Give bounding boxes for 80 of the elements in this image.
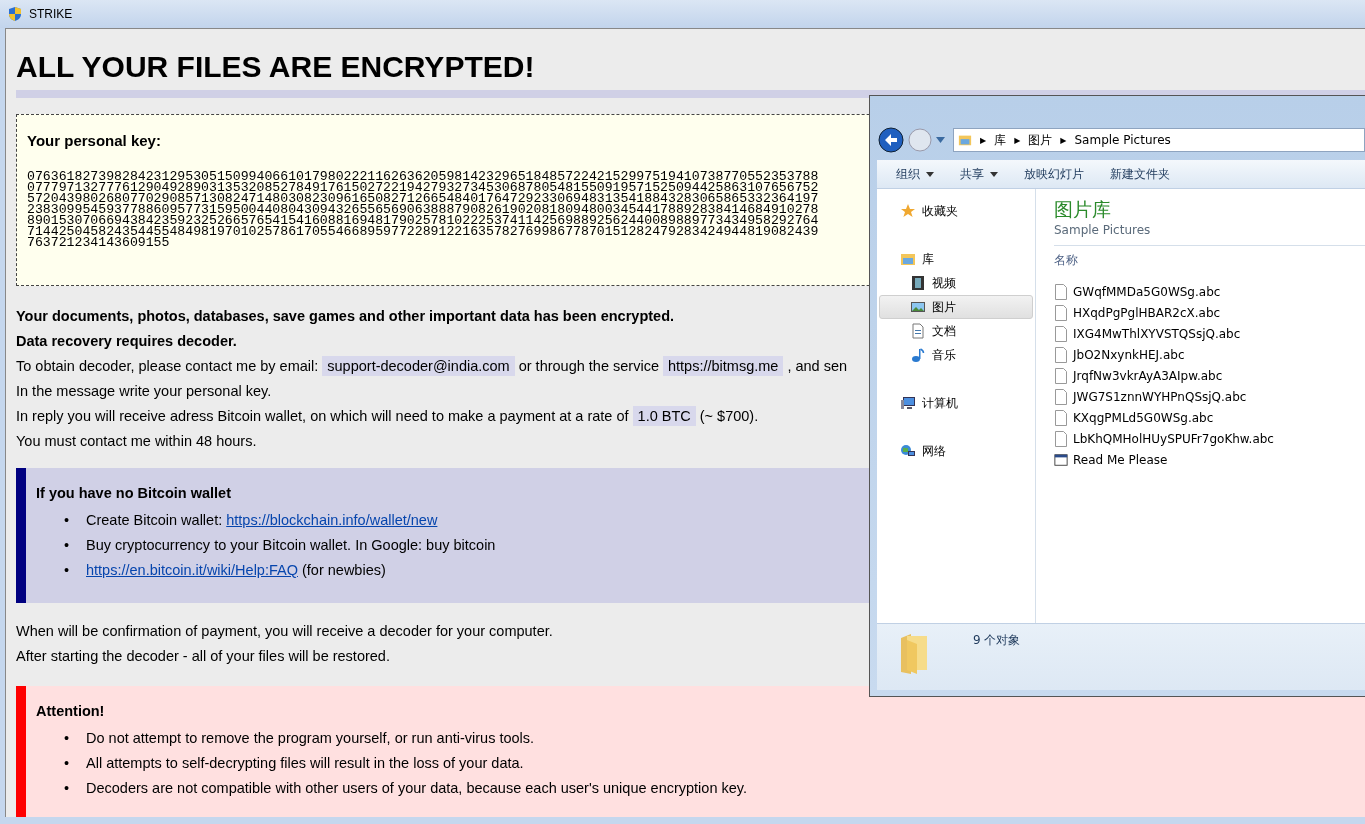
file-item[interactable]: JbO2NxynkHEJ.abc: [1054, 344, 1365, 365]
message-text: To obtain decoder, please contact me by email: support-decoder@india.com or through the service https://bitmsg.me , and sen: [16, 355, 848, 378]
list-text: Do not attempt to remove the program yourself, or run anti-virus tools.: [86, 729, 535, 748]
link[interactable]: https://blockchain.info/wallet/new: [226, 512, 438, 528]
library-subtitle: Sample Pictures: [1054, 223, 1151, 237]
column-header[interactable]: 名称: [1054, 252, 1078, 269]
message-text: Your documents, photos, databases, save games and other important data has been encrypted.: [16, 307, 675, 326]
back-button[interactable]: [878, 127, 904, 153]
window-icon: [1054, 451, 1068, 468]
document-icon: [910, 323, 926, 339]
breadcrumb[interactable]: Sample Pictures: [1074, 133, 1171, 147]
message-text: Data recovery requires decoder.: [16, 332, 237, 351]
chevron-icon: ▶: [1060, 135, 1067, 145]
message-text: You must contact me within 48 hours.: [16, 432, 257, 451]
list-text: Buy cryptocurrency to your Bitcoin wallet. In Google: buy bitcoin: [86, 536, 496, 555]
page-heading: ALL YOUR FILES ARE ENCRYPTED!: [16, 49, 536, 85]
bullet-mark: •: [64, 754, 71, 773]
toolbar-button[interactable]: 组织: [896, 165, 934, 183]
computer-icon: [900, 395, 916, 411]
file-item[interactable]: LbKhQMHolHUySPUFr7goKhw.abc: [1054, 428, 1365, 449]
list-text: All attempts to self-decrypting files will result in the loss of your data.: [86, 754, 524, 773]
status-text: 9 个对象: [973, 632, 1021, 649]
file-item[interactable]: JWG7S1znnWYHPnQSsjQ.abc: [1054, 386, 1365, 407]
message-text: In the message write your personal key.: [16, 382, 272, 401]
nav-item[interactable]: 视频: [879, 271, 1033, 295]
address-bar[interactable]: ▶ 库 ▶ 图片 ▶ Sample Pictures: [953, 128, 1365, 152]
file-icon: [1054, 346, 1068, 363]
nav-item[interactable]: 音乐: [879, 343, 1033, 367]
window-title: STRIKE: [29, 7, 73, 21]
file-item[interactable]: IXG4MwThlXYVSTQSsjQ.abc: [1054, 323, 1365, 344]
music-note-icon: [910, 347, 926, 363]
key-label: Your personal key:: [27, 132, 161, 149]
file-item[interactable]: JrqfNw3vkrAyA3AIpw.abc: [1054, 365, 1365, 386]
file-icon: [1054, 304, 1068, 321]
breadcrumb[interactable]: 库: [994, 131, 1007, 149]
link[interactable]: https://en.bitcoin.it/wiki/Help:FAQ: [86, 562, 298, 578]
file-item[interactable]: KXqgPMLd5G0WSg.abc: [1054, 407, 1365, 428]
star-icon: [900, 203, 916, 219]
list-text: Create Bitcoin wallet: https://blockchain.info/wallet/new: [86, 511, 438, 530]
nav-item[interactable]: 文档: [879, 319, 1033, 343]
bullet-mark: •: [64, 561, 71, 580]
breadcrumb[interactable]: 图片: [1028, 131, 1053, 149]
bullet-mark: •: [64, 536, 71, 555]
file-icon: [1054, 283, 1068, 300]
chevron-icon: ▶: [1014, 135, 1021, 145]
bullet-mark: •: [64, 729, 71, 748]
film-icon: [910, 275, 926, 291]
nav-item[interactable]: 库: [879, 247, 1033, 271]
file-icon: [1054, 388, 1068, 405]
toolbar-button[interactable]: 共享: [960, 165, 998, 183]
nav-item[interactable]: 图片: [879, 295, 1033, 319]
nav-item[interactable]: 收藏夹: [879, 199, 1033, 223]
message-text: When will be confirmation of payment, you will receive a decoder for your computer.: [16, 622, 553, 641]
bullet-mark: •: [64, 779, 71, 798]
toolbar-button[interactable]: 新建文件夹: [1110, 165, 1170, 183]
picture-icon: [910, 299, 926, 315]
message-text: In reply you will receive adress Bitcoin wallet, on which will need to make a payment at a rate of 1.0 BTC (~ $700).: [16, 405, 759, 428]
caret-icon[interactable]: [936, 137, 945, 143]
chevron-icon: ▶: [980, 135, 987, 145]
nav-item[interactable]: 网络: [879, 439, 1033, 463]
file-item[interactable]: HXqdPgPglHBAR2cX.abc: [1054, 302, 1365, 323]
nav-item[interactable]: 计算机: [879, 391, 1033, 415]
toolbar-button[interactable]: 放映幻灯片: [1024, 165, 1084, 183]
list-text: https://en.bitcoin.it/wiki/Help:FAQ (for newbies): [86, 561, 386, 580]
list-text: Decoders are not compatible with other users of your data, because each user's unique encryption key.: [86, 779, 747, 798]
message-text: After starting the decoder - all of your files will be restored.: [16, 647, 390, 666]
library-icon: [900, 251, 916, 267]
file-item[interactable]: GWqfMMDa5G0WSg.abc: [1054, 281, 1365, 302]
shield-icon: [7, 6, 23, 22]
file-item[interactable]: Read Me Please: [1054, 449, 1365, 470]
box-title: If you have no Bitcoin wallet: [36, 484, 231, 503]
file-icon: [1054, 367, 1068, 384]
bullet-mark: •: [64, 511, 71, 530]
file-icon: [1054, 430, 1068, 447]
file-icon: [1054, 325, 1068, 342]
box-title: Attention!: [36, 702, 105, 721]
personal-key-text: 0763618273982842312953051509940661017980222116263620598142329651848572242152997519410738770552353788 0777971327776129049289031353208527849176150272219427932734530687805481550919571525094425863107656752 5720439802680770290857130824714803082309616508271266548401764729233069483135418843283065865332364197 2383099545937788609577315950044080430943265565690638887908261902081809480034544178892838414684910278 8901530706694384235923252665765415416088169481790257810222537411425698892562440089889773434958292764 7144250458243544554849819701025786170554668959772289122163578276998677870151282479283424944819082439 763721234143609155: [27, 171, 819, 248]
globe-icon: [900, 443, 916, 459]
file-icon: [1054, 409, 1068, 426]
library-title: 图片库: [1054, 197, 1111, 222]
